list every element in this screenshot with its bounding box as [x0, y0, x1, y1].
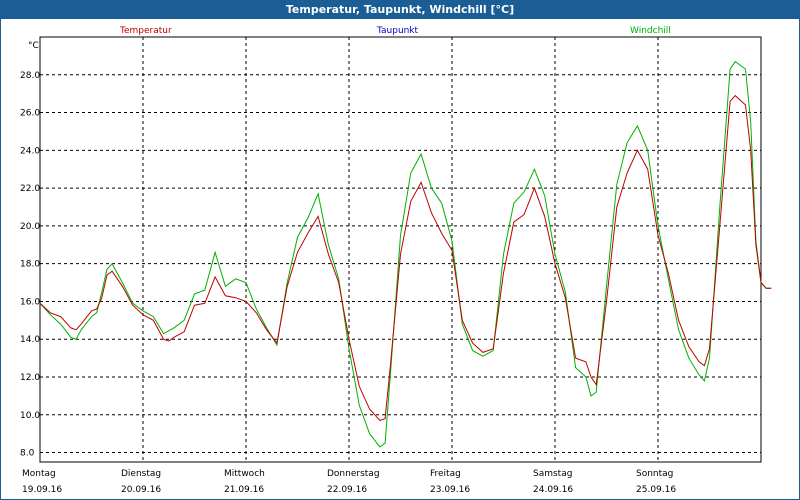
x-tick-date: 20.09.16 [121, 485, 161, 495]
x-tick-weekday: Sonntag [636, 469, 673, 479]
y-tick-label: 18.0 [20, 260, 40, 270]
y-tick-label: 10.0 [20, 411, 40, 421]
y-tick-label: 28.0 [20, 71, 40, 81]
x-tick-date: 24.09.16 [533, 485, 573, 495]
y-tick-label: 20.0 [20, 222, 40, 232]
y-tick-label: 22.0 [20, 184, 40, 194]
legend-entry: Windchill [630, 26, 671, 36]
y-tick-label: 26.0 [20, 109, 40, 119]
grid [40, 37, 761, 462]
x-tick-labels: Montag 19.09.16 Dienstag 20.09.16 Mittwoch 21… [22, 469, 676, 495]
y-tick-label: 12.0 [20, 373, 40, 383]
x-tick-date: 25.09.16 [636, 485, 676, 495]
x-tick-date: 21.09.16 [224, 485, 264, 495]
legend-entry: Taupunkt [376, 26, 419, 36]
y-axis-unit: °C [28, 41, 39, 51]
y-tick-label: 16.0 [20, 297, 40, 307]
x-tick-date: 22.09.16 [327, 485, 367, 495]
series-line [39, 60, 772, 448]
x-tick-weekday: Freitag [430, 469, 461, 479]
x-tick-weekday: Donnerstag [327, 469, 380, 479]
x-tick-weekday: Montag [22, 469, 56, 479]
legend-entry: Temperatur [119, 26, 172, 36]
y-tick-label: 14.0 [20, 335, 40, 345]
x-tick-weekday: Dienstag [121, 469, 161, 479]
series [39, 60, 772, 448]
legend: Temperatur Taupunkt Windchill [119, 26, 671, 36]
y-tick-label: 24.0 [20, 146, 40, 156]
x-tick-date: 19.09.16 [22, 485, 62, 495]
chart-svg: °C 8.0 10.0 12.0 14.0 16.0 18.0 20.0 22.0 24.0 26… [20, 26, 772, 495]
x-tick-date: 23.09.16 [430, 485, 470, 495]
plot-area [39, 36, 762, 463]
x-tick-weekday: Samstag [533, 469, 572, 479]
y-tick-label: 8.0 [20, 449, 35, 459]
x-tick-weekday: Mittwoch [224, 469, 265, 479]
series-line [39, 94, 772, 421]
y-tick-labels: 8.0 10.0 12.0 14.0 16.0 18.0 20.0 22.0 24.0 26.0 2… [20, 71, 40, 459]
